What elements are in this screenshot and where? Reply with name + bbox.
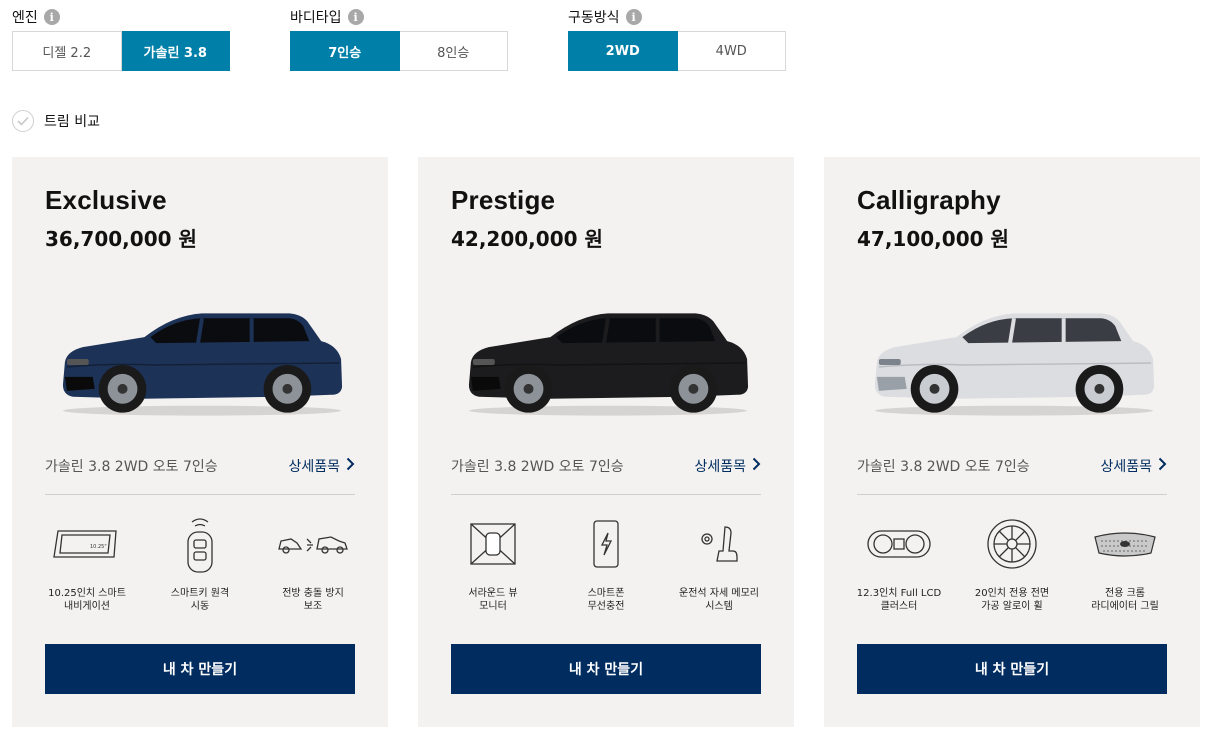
feature-item: 스마트폰 무선충전 — [556, 513, 656, 613]
info-icon[interactable]: i — [347, 9, 364, 25]
info-icon[interactable]: i — [625, 9, 642, 25]
detail-link-label: 상세품목 — [1100, 459, 1152, 475]
trim-name: Prestige — [451, 185, 556, 215]
build-my-car-button[interactable]: 내 차 만들기 — [451, 644, 761, 694]
feature-item: 스마트키 원격 시동 — [150, 513, 250, 613]
trim-compare-toggle[interactable]: 트림 비교 — [12, 110, 100, 132]
info-icon[interactable]: i — [43, 9, 60, 25]
trim-name: Calligraphy — [857, 185, 1001, 215]
feature-item: 전방 충돌 방지 보조 — [263, 513, 363, 613]
feature-label: 전용 크롬 라디에이터 그릴 — [1091, 588, 1159, 612]
trim-price: 42,200,000 원 — [451, 227, 603, 251]
engine-option-gasoline[interactable]: 가솔린 3.8 — [121, 31, 230, 71]
trim-name: Exclusive — [45, 185, 167, 215]
body-option-7-seat[interactable]: 7인승 — [290, 31, 400, 71]
trim-card-calligraphy: Calligraphy 47,100,000 원 가솔린 3.8 2WD 오토 … — [824, 157, 1200, 727]
feature-label: 20인치 전용 전면 가공 알로이 휠 — [974, 588, 1050, 612]
car-image — [865, 307, 1163, 419]
engine-filter: 엔진 i — [12, 6, 60, 28]
feature-list: 서라운드 뷰 모니터 스마트폰 무선충전 운전석 자세 메모리 시스템 — [443, 513, 769, 613]
surround-view-icon — [453, 513, 533, 575]
engine-filter-label: 엔진 — [12, 10, 38, 26]
alloy-wheel-icon — [972, 513, 1052, 575]
seat-memory-icon — [679, 513, 759, 575]
trim-card-exclusive: Exclusive 36,700,000 원 가솔린 3.8 2WD 오토 7인… — [12, 157, 388, 727]
detail-link[interactable]: 상세품목 — [288, 456, 355, 476]
drive-option-2wd[interactable]: 2WD — [568, 31, 678, 71]
detail-link[interactable]: 상세품목 — [1100, 456, 1167, 476]
trim-spec: 가솔린 3.8 2WD 오토 7인승 — [45, 459, 218, 475]
car-image — [459, 307, 757, 419]
body-type-segmented-control: 7인승 8인승 — [290, 31, 508, 71]
detail-link[interactable]: 상세품목 — [694, 456, 761, 476]
feature-label: 12.3인치 Full LCD 클러스터 — [856, 588, 942, 612]
drive-filter-label: 구동방식 — [568, 10, 620, 26]
feature-item: 10.25" 10.25인치 스마트 내비게이션 — [37, 513, 137, 613]
build-my-car-button[interactable]: 내 차 만들기 — [857, 644, 1167, 694]
feature-item: 20인치 전용 전면 가공 알로이 휠 — [962, 513, 1062, 613]
drive-segmented-control: 2WD 4WD — [568, 31, 786, 71]
body-option-8-seat[interactable]: 8인승 — [399, 31, 508, 71]
engine-segmented-control: 디젤 2.2 가솔린 3.8 — [12, 31, 230, 71]
trim-price: 47,100,000 원 — [857, 227, 1009, 251]
feature-label: 스마트폰 무선충전 — [587, 588, 625, 612]
cluster-icon — [859, 513, 939, 575]
smart-key-icon — [160, 513, 240, 575]
trim-spec: 가솔린 3.8 2WD 오토 7인승 — [451, 459, 624, 475]
radiator-grille-icon — [1085, 513, 1165, 575]
svg-text:10.25": 10.25" — [90, 544, 107, 550]
trim-price: 36,700,000 원 — [45, 227, 197, 251]
chevron-right-icon — [752, 457, 761, 475]
check-circle-icon — [12, 110, 34, 132]
feature-label: 전방 충돌 방지 보조 — [282, 588, 344, 612]
feature-item: 12.3인치 Full LCD 클러스터 — [849, 513, 949, 613]
feature-label: 스마트키 원격 시동 — [170, 588, 230, 612]
navigation-screen-icon: 10.25" — [47, 513, 127, 575]
trim-card-prestige: Prestige 42,200,000 원 가솔린 3.8 2WD 오토 7인승… — [418, 157, 794, 727]
detail-link-label: 상세품목 — [288, 459, 340, 475]
feature-item: 전용 크롬 라디에이터 그릴 — [1075, 513, 1175, 613]
divider — [857, 494, 1167, 495]
wireless-charge-icon — [566, 513, 646, 575]
body-type-filter: 바디타입 i — [290, 6, 364, 28]
detail-link-label: 상세품목 — [694, 459, 746, 475]
drive-filter: 구동방식 i — [568, 6, 642, 28]
feature-list: 12.3인치 Full LCD 클러스터 20인치 전용 전면 가공 알로이 휠… — [849, 513, 1175, 613]
divider — [45, 494, 355, 495]
engine-option-diesel[interactable]: 디젤 2.2 — [12, 31, 122, 71]
feature-label: 10.25인치 스마트 내비게이션 — [48, 588, 126, 612]
feature-label: 서라운드 뷰 모니터 — [468, 588, 518, 612]
trim-spec: 가솔린 3.8 2WD 오토 7인승 — [857, 459, 1030, 475]
car-image — [53, 307, 351, 419]
drive-option-4wd[interactable]: 4WD — [677, 31, 786, 71]
trim-compare-label: 트림 비교 — [44, 114, 100, 130]
body-type-filter-label: 바디타입 — [290, 10, 342, 26]
collision-assist-icon — [273, 513, 353, 575]
chevron-right-icon — [1158, 457, 1167, 475]
feature-list: 10.25" 10.25인치 스마트 내비게이션 스마트키 원격 시동 전방 충… — [37, 513, 363, 613]
feature-label: 운전석 자세 메모리 시스템 — [679, 588, 759, 612]
feature-item: 운전석 자세 메모리 시스템 — [669, 513, 769, 613]
build-my-car-button[interactable]: 내 차 만들기 — [45, 644, 355, 694]
feature-item: 서라운드 뷰 모니터 — [443, 513, 543, 613]
divider — [451, 494, 761, 495]
chevron-right-icon — [346, 457, 355, 475]
